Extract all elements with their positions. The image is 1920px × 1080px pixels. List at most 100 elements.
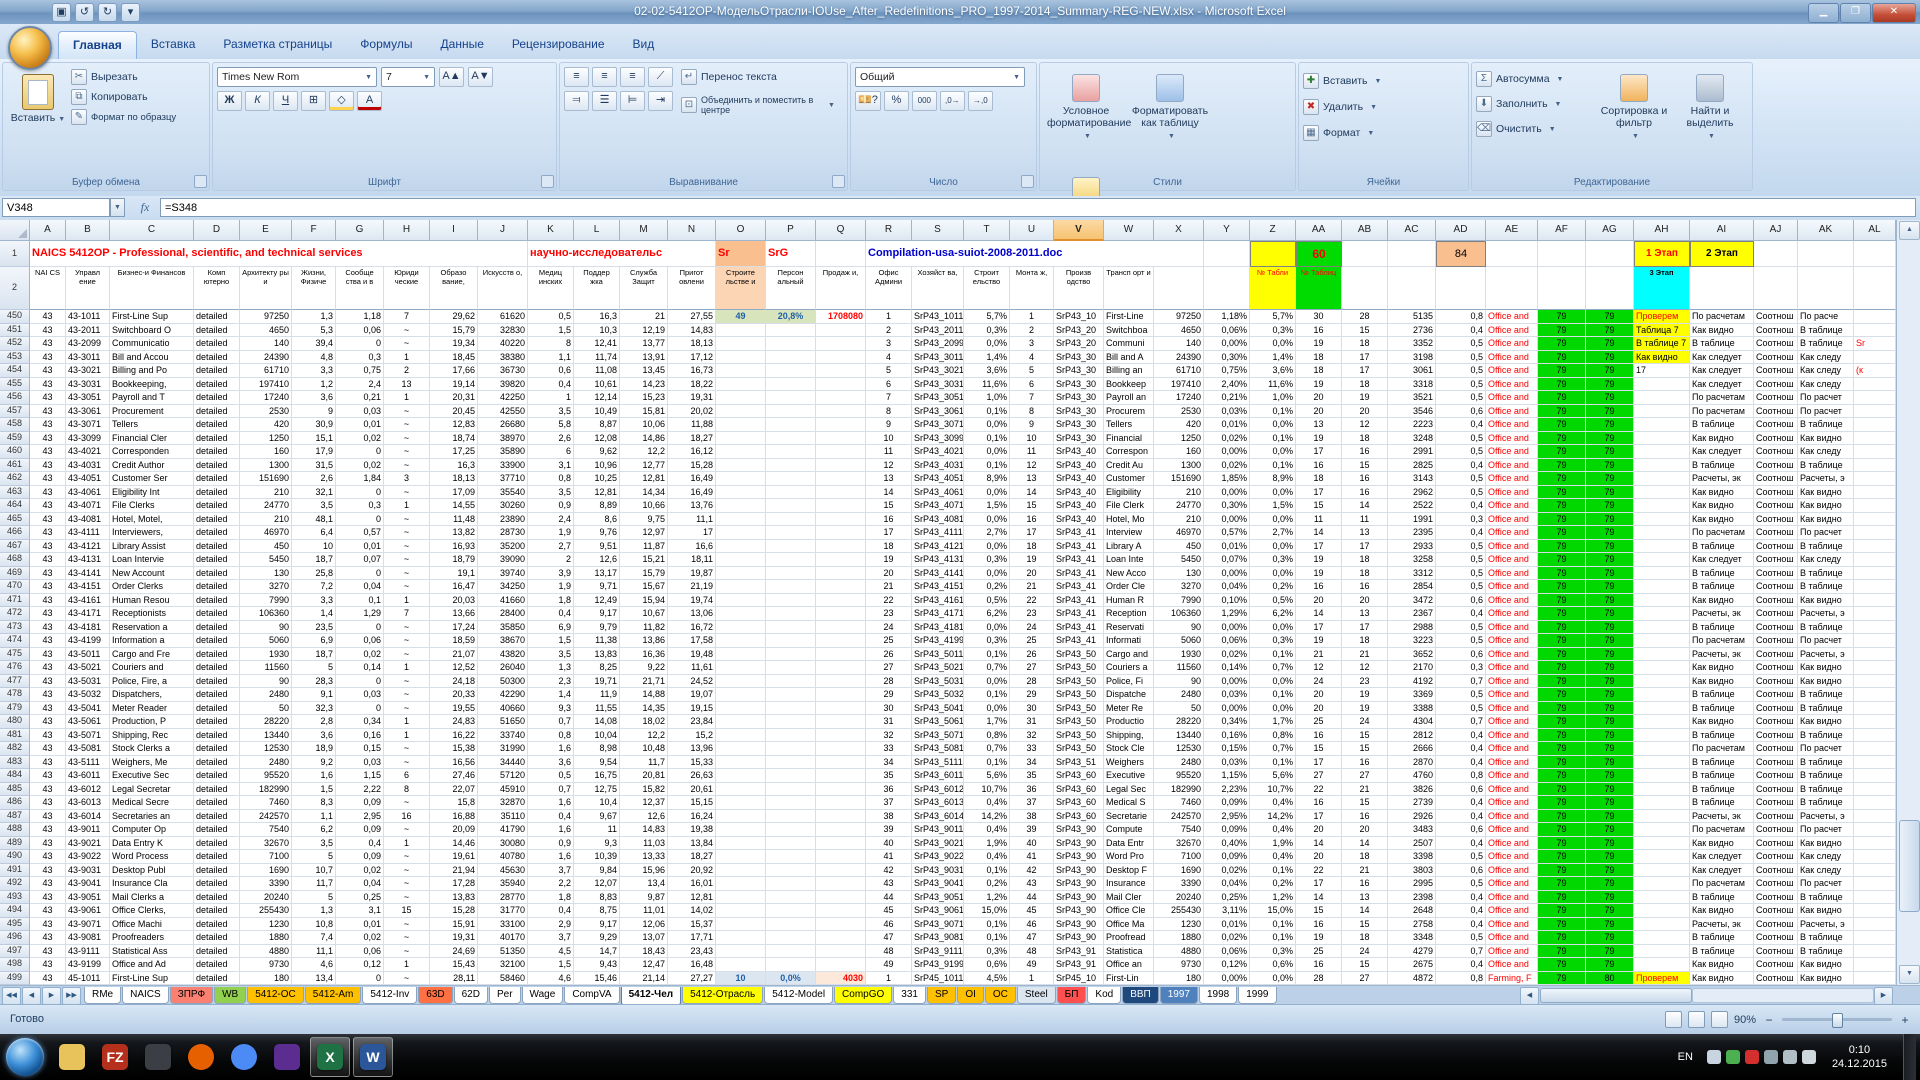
cell[interactable]: 2,9 bbox=[528, 918, 574, 932]
cell[interactable]: 4,5 bbox=[528, 945, 574, 959]
cell[interactable]: Проверем bbox=[1634, 310, 1690, 324]
cell[interactable]: 1,1 bbox=[528, 351, 574, 365]
cell[interactable]: Receptionists bbox=[110, 607, 194, 621]
cell[interactable]: Как видно bbox=[1690, 675, 1754, 689]
cell[interactable]: 0,06% bbox=[1204, 324, 1250, 338]
cell[interactable] bbox=[1204, 267, 1250, 310]
cell[interactable]: 0,4 bbox=[1436, 918, 1486, 932]
horizontal-scrollbar[interactable]: ◀ ▶ bbox=[1520, 986, 1920, 1005]
cell[interactable]: Secretaries an bbox=[110, 810, 194, 824]
cell[interactable]: Interviewers, bbox=[110, 526, 194, 540]
cell[interactable]: 2530 bbox=[1154, 405, 1204, 419]
cell[interactable]: ~ bbox=[384, 931, 430, 945]
cell[interactable] bbox=[766, 675, 816, 689]
cell[interactable]: 0,3% bbox=[964, 324, 1010, 338]
cell[interactable]: 13,66 bbox=[430, 607, 478, 621]
cell[interactable]: Соотнош bbox=[1754, 742, 1798, 756]
cell[interactable]: 13,4 bbox=[620, 877, 668, 891]
cell[interactable]: SrP43_2011 bbox=[912, 324, 964, 338]
cell[interactable] bbox=[1754, 267, 1798, 310]
cell[interactable]: 79 bbox=[1586, 364, 1634, 378]
cell[interactable]: 1,15 bbox=[336, 769, 384, 783]
cell[interactable]: 79 bbox=[1586, 607, 1634, 621]
cell[interactable]: 0,4 bbox=[528, 904, 574, 918]
cell[interactable]: Бизнес-и Финансов bbox=[110, 267, 194, 310]
cell[interactable]: 255430 bbox=[240, 904, 292, 918]
cell[interactable]: SrP43_5071 bbox=[912, 729, 964, 743]
cell[interactable]: 18,59 bbox=[430, 634, 478, 648]
cell[interactable]: 0,8% bbox=[964, 729, 1010, 743]
cell[interactable]: 16,22 bbox=[430, 729, 478, 743]
ribbon-tab-Формулы[interactable]: Формулы bbox=[346, 31, 426, 59]
cell[interactable]: 43 bbox=[866, 877, 912, 891]
cell[interactable]: 7 bbox=[866, 391, 912, 405]
cell[interactable]: 0,4 bbox=[1436, 756, 1486, 770]
cell[interactable]: Weighers bbox=[1104, 756, 1154, 770]
cell[interactable]: 19 bbox=[1296, 931, 1342, 945]
cell[interactable] bbox=[816, 675, 866, 689]
cell[interactable] bbox=[716, 675, 766, 689]
column-header-AD[interactable]: AD bbox=[1436, 220, 1486, 241]
cell[interactable]: 20,09 bbox=[430, 823, 478, 837]
cell[interactable]: 0 bbox=[336, 486, 384, 500]
cell[interactable]: detailed bbox=[194, 445, 240, 459]
cell[interactable]: SrP43_4151 bbox=[912, 580, 964, 594]
cell[interactable]: 12 bbox=[1296, 661, 1342, 675]
cell[interactable] bbox=[816, 648, 866, 662]
cell[interactable]: 16 bbox=[1296, 958, 1342, 972]
cell[interactable]: 19 bbox=[866, 553, 912, 567]
cell[interactable]: 0,1% bbox=[964, 688, 1010, 702]
cell[interactable]: 79 bbox=[1586, 580, 1634, 594]
cell[interactable]: Office and bbox=[1486, 513, 1538, 527]
cell[interactable]: Office and bbox=[1486, 931, 1538, 945]
cell[interactable]: 19 bbox=[1342, 391, 1388, 405]
cell[interactable]: 18 bbox=[866, 540, 912, 554]
cell[interactable]: Office and bbox=[1486, 688, 1538, 702]
cell[interactable]: 10,04 bbox=[574, 729, 620, 743]
cell[interactable] bbox=[1854, 499, 1896, 513]
cell[interactable]: 43 bbox=[30, 958, 66, 972]
cell[interactable]: 0,4 bbox=[1436, 837, 1486, 851]
row-header-1[interactable]: 1 bbox=[0, 241, 30, 267]
cell[interactable]: 3,5 bbox=[528, 486, 574, 500]
cell[interactable]: 43 bbox=[30, 931, 66, 945]
cell[interactable] bbox=[816, 891, 866, 905]
cell[interactable]: SrP43_9081 bbox=[912, 931, 964, 945]
cell[interactable]: 13,77 bbox=[620, 337, 668, 351]
cell[interactable]: 19 bbox=[1296, 553, 1342, 567]
cell[interactable]: Weighers, Me bbox=[110, 756, 194, 770]
cell[interactable]: 182990 bbox=[240, 783, 292, 797]
cell[interactable]: 43 bbox=[30, 796, 66, 810]
cell[interactable]: 1 bbox=[384, 837, 430, 851]
cell[interactable]: В таблице bbox=[1690, 702, 1754, 716]
cell[interactable]: 0,7% bbox=[964, 742, 1010, 756]
cell[interactable]: Desktop Publ bbox=[110, 864, 194, 878]
row-header-478[interactable]: 478 bbox=[0, 688, 30, 702]
column-header-D[interactable]: D bbox=[194, 220, 240, 241]
cell[interactable]: detailed bbox=[194, 324, 240, 338]
cell[interactable]: Соотнош bbox=[1754, 378, 1798, 392]
cell[interactable] bbox=[1854, 580, 1896, 594]
column-header-B[interactable]: B bbox=[66, 220, 110, 241]
cell[interactable] bbox=[1634, 459, 1690, 473]
sheet-tab-5412-Am[interactable]: 5412-Am bbox=[305, 987, 362, 1004]
cell[interactable]: 8,9% bbox=[964, 472, 1010, 486]
cell[interactable]: 0,4% bbox=[964, 796, 1010, 810]
cell[interactable]: 16,36 bbox=[620, 648, 668, 662]
cell[interactable]: 14,23 bbox=[620, 378, 668, 392]
cell[interactable]: 0,5 bbox=[1436, 364, 1486, 378]
cell[interactable]: 43-1011 bbox=[66, 310, 110, 324]
cell[interactable] bbox=[816, 418, 866, 432]
cell[interactable]: 19,1 bbox=[430, 567, 478, 581]
tray-icon-antivirus[interactable] bbox=[1726, 1050, 1740, 1064]
cell[interactable]: 0,5 bbox=[1436, 432, 1486, 446]
cell[interactable]: 21,07 bbox=[430, 648, 478, 662]
cell[interactable]: Как следу bbox=[1798, 364, 1854, 378]
cell[interactable]: 0,03% bbox=[1204, 756, 1250, 770]
cell[interactable]: Как видно bbox=[1634, 351, 1690, 365]
cell[interactable]: Как видно bbox=[1690, 972, 1754, 986]
cell[interactable]: 21 bbox=[1342, 864, 1388, 878]
cell[interactable]: 8,6 bbox=[574, 513, 620, 527]
cell[interactable]: Office and bbox=[1486, 324, 1538, 338]
cell[interactable] bbox=[766, 391, 816, 405]
